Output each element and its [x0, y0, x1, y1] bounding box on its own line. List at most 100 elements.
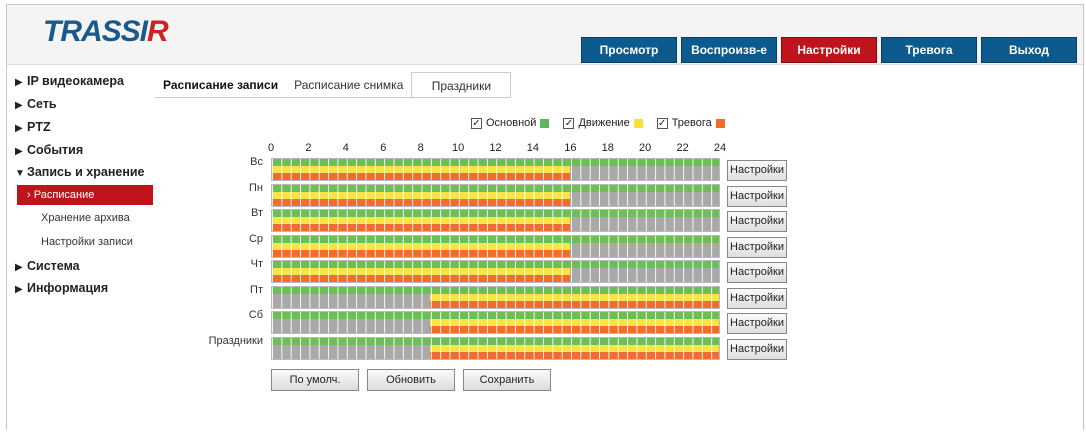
day-label: Сб [248, 309, 263, 321]
sidebar-item-ip-camera[interactable]: ▶ IP видеокамера [15, 74, 124, 88]
subtab-snapshot-schedule[interactable]: Расписание снимка [286, 72, 411, 98]
row-settings-button[interactable]: Настройки [727, 313, 787, 334]
schedule-row[interactable] [271, 183, 720, 207]
triangle-right-icon: ▶ [15, 100, 23, 111]
hour-tick: 16 [564, 142, 577, 154]
swatch-alarm [715, 118, 725, 128]
triangle-down-icon: ▼ [15, 168, 25, 179]
schedule-segment-alarm[interactable] [272, 275, 570, 282]
sidebar-item-system[interactable]: ▶ Система [15, 259, 80, 273]
hour-tick: 2 [305, 142, 312, 154]
schedule-segment-alarm[interactable] [272, 224, 570, 231]
schedule-segment-main[interactable] [272, 261, 719, 268]
nav-tab-settings[interactable]: Настройки [781, 37, 877, 63]
sidebar-subitem-archive-storage[interactable]: Хранение архива [41, 212, 130, 224]
action-buttons: По умолч. Обновить Сохранить [271, 369, 551, 391]
header: TRASSIR Просмотр Воспроизв-е Настройки Т… [7, 5, 1083, 65]
save-button[interactable]: Сохранить [463, 369, 551, 391]
checkbox-motion[interactable]: ✓ [563, 117, 575, 129]
schedule-segment-main[interactable] [272, 184, 719, 192]
legend-main-label: Основной [486, 117, 537, 129]
sidebar-item-events[interactable]: ▶ События [15, 143, 83, 157]
sidebar-subitem-record-settings[interactable]: Настройки записи [41, 236, 133, 248]
hour-tick: 6 [380, 142, 387, 154]
hour-scale: 0 2 4 6 8 10 12 14 16 18 20 22 24 [153, 142, 1083, 156]
sidebar-item-ptz[interactable]: ▶ PTZ [15, 120, 51, 134]
row-settings-button[interactable]: Настройки [727, 262, 787, 283]
schedule-segment-main[interactable] [272, 159, 719, 166]
schedule-segment-alarm[interactable] [430, 351, 719, 359]
sidebar: ▶ IP видеокамера ▶ Сеть ▶ PTZ ▶ События ▼ Зап… [7, 66, 154, 430]
checkbox-main[interactable]: ✓ [471, 117, 482, 129]
legend-motion[interactable]: ✓ Движение [563, 117, 643, 129]
content-area: Расписание записи Расписание снимка Праз… [153, 66, 1083, 430]
day-label: Чт [250, 258, 263, 270]
subtab-record-schedule[interactable]: Расписание записи [155, 72, 286, 98]
legend-main[interactable]: ✓ Основной [471, 117, 550, 129]
row-settings-button[interactable]: Настройки [727, 211, 787, 232]
nav-tab-view[interactable]: Просмотр [581, 37, 677, 63]
day-label: Пн [249, 181, 263, 194]
day-label: Вт [250, 207, 263, 219]
triangle-right-icon: ▶ [15, 123, 23, 134]
subtab-holidays[interactable]: Праздники [411, 72, 512, 98]
nav-tab-alarm[interactable]: Тревога [881, 37, 977, 63]
sidebar-item-network[interactable]: ▶ Сеть [15, 97, 57, 111]
schedule-segment-alarm[interactable] [272, 198, 570, 206]
schedule-segment-alarm[interactable] [272, 249, 570, 257]
schedule-row[interactable] [271, 234, 720, 258]
schedule-segment-main[interactable] [272, 337, 719, 345]
row-settings-button[interactable]: Настройки [727, 236, 787, 258]
checkbox-alarm[interactable]: ✓ [656, 117, 668, 129]
nav-tab-logout[interactable]: Выход [981, 37, 1077, 63]
schedule-row[interactable] [271, 285, 720, 309]
chevron-right-icon: › [27, 189, 31, 201]
schedule-segment-motion[interactable] [430, 319, 719, 326]
schedule-segment-main[interactable] [272, 235, 719, 243]
schedule-row[interactable] [271, 260, 720, 283]
hour-tick: 10 [451, 142, 465, 154]
schedule-segment-main[interactable] [272, 286, 719, 294]
hour-tick: 12 [489, 142, 502, 154]
schedule-row[interactable] [271, 311, 720, 334]
schedule-segment-main[interactable] [272, 210, 719, 217]
sidebar-item-recording-storage[interactable]: ▼ Запись и хранение [15, 165, 145, 179]
hour-tick: 20 [639, 142, 652, 154]
schedule-segment-motion[interactable] [430, 293, 719, 301]
swatch-main [540, 118, 550, 128]
refresh-button[interactable]: Обновить [367, 369, 455, 391]
swatch-motion [633, 118, 643, 128]
schedule-row[interactable] [271, 158, 720, 181]
triangle-right-icon: ▶ [15, 262, 23, 273]
schedule-segment-motion[interactable] [272, 166, 570, 173]
sidebar-item-information[interactable]: ▶ Информация [15, 281, 108, 295]
hour-tick: 0 [267, 142, 275, 154]
schedule-segment-motion[interactable] [430, 344, 719, 352]
schedule-segment-alarm[interactable] [430, 326, 719, 333]
legend-alarm[interactable]: ✓ Тревога [656, 117, 725, 129]
day-label: Вс [250, 156, 263, 168]
default-button[interactable]: По умолч. [271, 369, 359, 391]
row-settings-button[interactable]: Настройки [727, 160, 787, 181]
row-settings-button[interactable]: Настройки [727, 185, 787, 207]
triangle-right-icon: ▶ [15, 146, 23, 157]
schedule-row[interactable] [271, 209, 720, 232]
row-settings-button[interactable]: Настройки [727, 338, 787, 360]
nav-tab-playback[interactable]: Воспроизв-е [681, 37, 777, 63]
hour-tick: 14 [526, 142, 540, 154]
schedule-segment-motion[interactable] [272, 268, 570, 275]
trassir-logo: TRASSIR [43, 15, 169, 48]
schedule-row[interactable] [271, 336, 720, 360]
hour-tick: 8 [417, 142, 424, 154]
schedule-segment-motion[interactable] [272, 217, 570, 224]
legend-alarm-label: Тревога [671, 117, 712, 129]
schedule-segment-motion[interactable] [272, 242, 570, 250]
schedule-segment-alarm[interactable] [430, 300, 719, 308]
day-label: Пт [250, 283, 263, 296]
schedule-segment-main[interactable] [272, 312, 719, 319]
row-settings-button[interactable]: Настройки [727, 287, 787, 309]
sidebar-subitem-schedule[interactable]: › Расписание [17, 185, 154, 205]
schedule-segment-alarm[interactable] [272, 173, 570, 180]
schedule-segment-motion[interactable] [272, 191, 570, 199]
subtabs: Расписание записи Расписание снимка Праз… [155, 72, 512, 98]
